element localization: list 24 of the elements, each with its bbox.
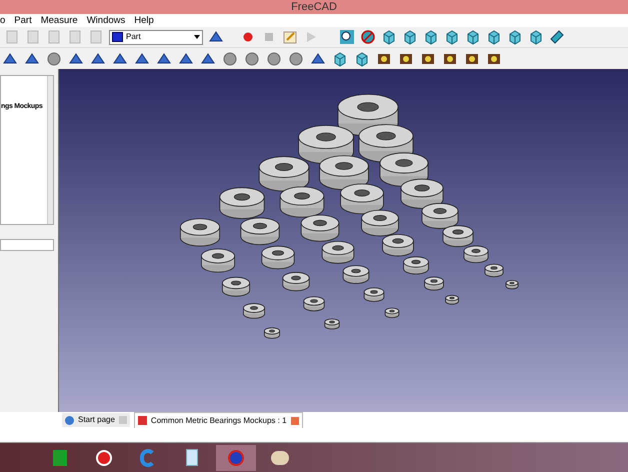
ruler-icon[interactable] [549, 29, 565, 45]
sphere-icon[interactable] [287, 50, 305, 66]
menu-item[interactable]: Part [14, 16, 32, 26]
sphere-icon[interactable] [243, 50, 261, 66]
notepad-icon[interactable] [282, 29, 298, 45]
menu-item[interactable]: Measure [40, 16, 78, 26]
scrollbar[interactable] [47, 76, 53, 224]
no-entry-icon[interactable] [360, 29, 376, 45]
workbench-value: Part [126, 31, 142, 43]
sphere-icon[interactable] [45, 50, 63, 66]
menu-item[interactable]: Help [134, 16, 154, 26]
close-icon[interactable] [290, 416, 299, 424]
globe-icon [65, 416, 74, 424]
sphere-icon[interactable] [221, 50, 239, 66]
caret-icon [194, 35, 200, 39]
window-title: FreeCAD [291, 0, 337, 15]
document-tab[interactable]: Start page [62, 413, 130, 427]
menu-item[interactable]: o [0, 16, 6, 26]
sphere-icon[interactable] [265, 50, 283, 66]
menu-item[interactable]: Windows [86, 16, 126, 26]
zoom-icon[interactable] [339, 29, 355, 45]
workbench-dropdown[interactable]: Part [109, 30, 203, 44]
document-tab[interactable]: Common Metric Bearings Mockups : 1 [134, 412, 303, 428]
property-field[interactable] [0, 239, 54, 251]
